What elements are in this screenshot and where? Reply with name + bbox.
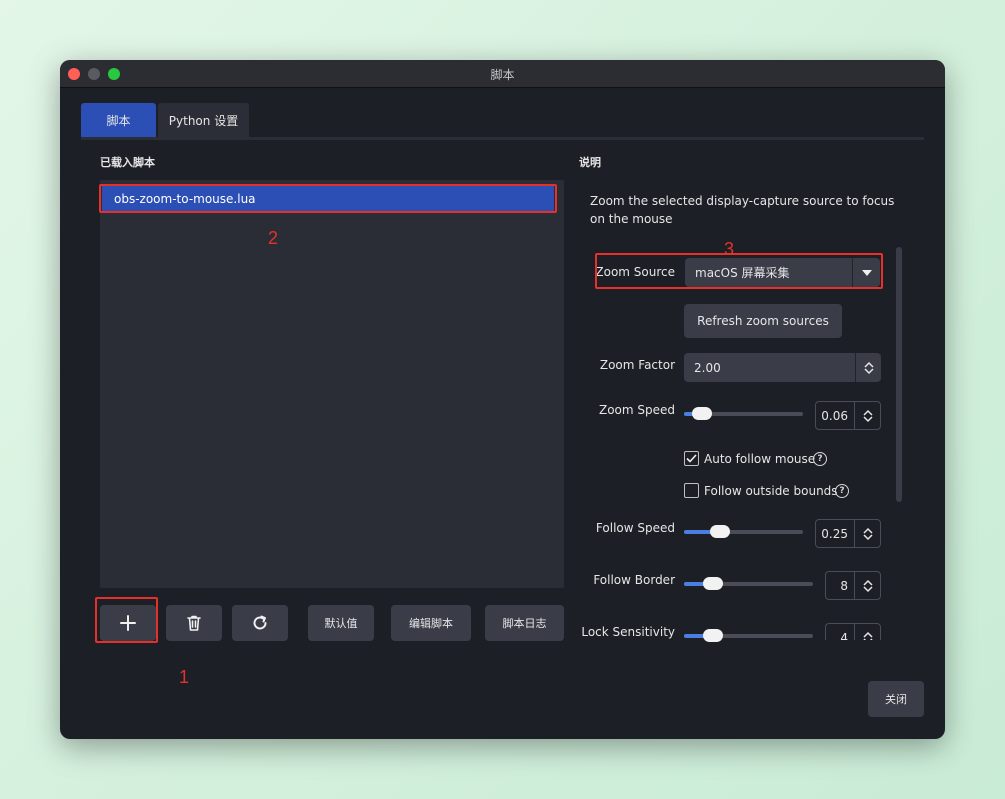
follow-speed-slider-handle[interactable] bbox=[710, 525, 731, 538]
tab-python-settings[interactable]: Python 设置 bbox=[158, 103, 249, 137]
annotation-number-2: 2 bbox=[268, 228, 279, 248]
defaults-button[interactable]: 默认值 bbox=[308, 605, 374, 641]
scripts-window: 脚本 脚本 Python 设置 已载入脚本 obs-zoom-to-mouse.… bbox=[60, 60, 945, 739]
zoom-factor-input[interactable]: 2.00 bbox=[684, 353, 881, 382]
lock-sensitivity-value: 4 bbox=[840, 630, 848, 641]
zoom-speed-slider-handle[interactable] bbox=[691, 407, 712, 420]
help-icon[interactable]: ? bbox=[813, 452, 827, 466]
lock-sensitivity-slider[interactable] bbox=[684, 629, 813, 642]
chevron-up-icon bbox=[863, 361, 874, 368]
description-text: Zoom the selected display-capture source… bbox=[590, 194, 895, 226]
chevron-down-icon bbox=[862, 533, 873, 540]
auto-follow-checkbox[interactable] bbox=[684, 451, 699, 466]
lock-sensitivity-input[interactable]: 4 bbox=[825, 623, 881, 640]
zoom-speed-value: 0.06 bbox=[821, 408, 848, 423]
chevron-down-icon bbox=[862, 415, 873, 422]
follow-outside-checkbox[interactable] bbox=[684, 483, 699, 498]
refresh-zoom-sources-button[interactable]: Refresh zoom sources bbox=[684, 304, 842, 338]
tab-scripts[interactable]: 脚本 bbox=[81, 103, 156, 137]
title-bar: 脚本 bbox=[60, 60, 945, 88]
follow-outside-label: Follow outside bounds bbox=[704, 484, 838, 498]
loaded-scripts-label: 已载入脚本 bbox=[100, 156, 155, 169]
follow-border-slider-handle[interactable] bbox=[703, 577, 724, 590]
follow-speed-stepper[interactable] bbox=[854, 520, 880, 547]
chevron-up-icon bbox=[862, 579, 873, 586]
zoom-factor-stepper[interactable] bbox=[855, 353, 881, 382]
zoom-factor-value: 2.00 bbox=[694, 360, 721, 375]
auto-follow-label: Auto follow mouse bbox=[704, 452, 816, 466]
lock-sensitivity-slider-handle[interactable] bbox=[703, 629, 724, 642]
chevron-down-icon bbox=[862, 585, 873, 592]
follow-speed-value: 0.25 bbox=[821, 526, 848, 541]
lock-sensitivity-label: Lock Sensitivity bbox=[581, 625, 675, 639]
remove-script-button[interactable] bbox=[166, 605, 222, 641]
follow-border-stepper[interactable] bbox=[854, 572, 880, 599]
annotation-box-3 bbox=[595, 253, 883, 289]
follow-speed-label: Follow Speed bbox=[595, 521, 675, 535]
help-icon[interactable]: ? bbox=[835, 484, 849, 498]
chevron-up-icon bbox=[862, 409, 873, 416]
chevron-down-icon bbox=[862, 637, 873, 640]
edit-script-button[interactable]: 编辑脚本 bbox=[391, 605, 471, 641]
follow-border-input[interactable]: 8 bbox=[825, 571, 881, 600]
trash-icon bbox=[187, 615, 201, 631]
annotation-box-2 bbox=[99, 184, 557, 213]
loaded-scripts-list[interactable]: obs-zoom-to-mouse.lua bbox=[100, 180, 564, 588]
refresh-icon bbox=[253, 615, 267, 630]
description-label: 说明 bbox=[579, 156, 601, 169]
lock-sensitivity-stepper[interactable] bbox=[854, 624, 880, 640]
settings-scrollbar[interactable] bbox=[896, 247, 902, 502]
zoom-factor-label: Zoom Factor bbox=[599, 358, 675, 372]
checkmark-icon bbox=[686, 454, 697, 463]
annotation-box-1 bbox=[95, 597, 158, 643]
zoom-speed-label: Zoom Speed bbox=[598, 403, 675, 417]
script-log-button[interactable]: 脚本日志 bbox=[485, 605, 564, 641]
tab-divider bbox=[81, 137, 924, 140]
chevron-up-icon bbox=[862, 631, 873, 638]
zoom-speed-input[interactable]: 0.06 bbox=[815, 401, 881, 430]
follow-border-label: Follow Border bbox=[593, 573, 675, 587]
zoom-speed-slider[interactable] bbox=[684, 407, 803, 420]
follow-border-value: 8 bbox=[840, 578, 848, 593]
follow-border-slider[interactable] bbox=[684, 577, 813, 590]
window-title: 脚本 bbox=[490, 68, 515, 82]
chevron-up-icon bbox=[862, 527, 873, 534]
lock-sensitivity-clip: 4 bbox=[825, 623, 881, 640]
follow-speed-input[interactable]: 0.25 bbox=[815, 519, 881, 548]
zoom-speed-stepper[interactable] bbox=[854, 402, 880, 429]
reload-script-button[interactable] bbox=[232, 605, 288, 641]
chevron-down-icon bbox=[863, 367, 874, 374]
annotation-number-1: 1 bbox=[179, 667, 190, 687]
follow-speed-slider[interactable] bbox=[684, 525, 803, 538]
close-button[interactable]: 关闭 bbox=[868, 681, 924, 717]
